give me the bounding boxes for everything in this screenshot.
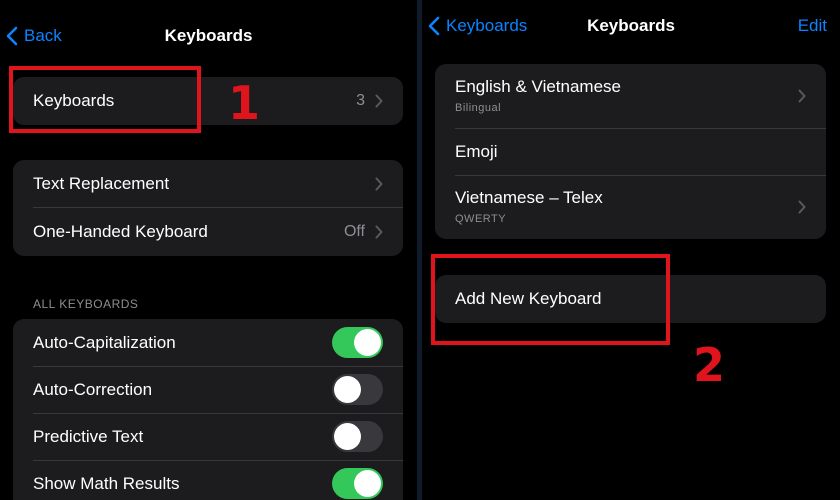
- step-marker-2: 2: [693, 338, 726, 392]
- auto-correction-toggle[interactable]: [332, 374, 383, 405]
- toggle-knob: [334, 423, 361, 450]
- toggle-knob: [334, 376, 361, 403]
- auto-capitalization-label: Auto-Capitalization: [33, 333, 176, 352]
- text-replacement-row[interactable]: Text Replacement: [13, 160, 403, 208]
- nav-bar: Back Keyboards: [0, 18, 417, 58]
- keyboard-item-label: English & Vietnamese: [455, 77, 622, 96]
- keyboards-count: 3: [356, 92, 365, 109]
- keyboard-item[interactable]: Emoji: [435, 129, 826, 175]
- show-math-results-label: Show Math Results: [33, 474, 180, 493]
- keyboard-item-sublabel: QWERTY: [455, 213, 507, 225]
- one-handed-keyboard-value: Off: [343, 223, 365, 240]
- keyboards-list: English & Vietnamese Bilingual Emoji Vie…: [435, 64, 826, 239]
- right-screen: Keyboards Keyboards Edit English & Vietn…: [422, 0, 840, 500]
- auto-correction-row: Auto-Correction: [13, 366, 403, 413]
- show-math-results-toggle[interactable]: [332, 468, 383, 499]
- settings-group: Text Replacement One-Handed Keyboard Off: [13, 160, 403, 256]
- chevron-right-icon: [375, 177, 383, 191]
- left-screen: Back Keyboards Keyboards 3 Text Replacem…: [0, 0, 417, 500]
- keyboard-item-label: Emoji: [455, 142, 498, 161]
- keyboard-item-label: Vietnamese – Telex: [455, 188, 603, 207]
- auto-capitalization-toggle[interactable]: [332, 327, 383, 358]
- annotation-highlight-1: [9, 66, 201, 133]
- page-title: Keyboards: [587, 16, 675, 35]
- chevron-right-icon: [375, 94, 383, 108]
- auto-capitalization-row: Auto-Capitalization: [13, 319, 403, 366]
- all-keyboards-group: Auto-Capitalization Auto-Correction Pred…: [13, 319, 403, 500]
- one-handed-keyboard-row[interactable]: One-Handed Keyboard Off: [13, 208, 403, 256]
- nav-bar: Keyboards Keyboards Edit: [422, 6, 840, 46]
- step-marker-1: 1: [228, 76, 261, 130]
- annotation-highlight-2: [431, 254, 670, 345]
- chevron-right-icon: [798, 200, 806, 214]
- edit-button[interactable]: Edit: [798, 16, 827, 36]
- predictive-text-toggle[interactable]: [332, 421, 383, 452]
- keyboard-item-sublabel: Bilingual: [455, 102, 502, 114]
- text-replacement-label: Text Replacement: [33, 174, 170, 193]
- chevron-right-icon: [798, 89, 806, 103]
- predictive-text-row: Predictive Text: [13, 413, 403, 460]
- section-header: ALL KEYBOARDS: [33, 297, 139, 311]
- keyboard-item[interactable]: Vietnamese – Telex QWERTY: [435, 176, 826, 239]
- keyboard-item[interactable]: English & Vietnamese Bilingual: [435, 64, 826, 128]
- toggle-knob: [354, 470, 381, 497]
- page-title: Keyboards: [164, 26, 253, 45]
- toggle-knob: [354, 329, 381, 356]
- show-math-results-row: Show Math Results: [13, 460, 403, 500]
- predictive-text-label: Predictive Text: [33, 427, 144, 446]
- one-handed-keyboard-label: One-Handed Keyboard: [33, 222, 208, 241]
- auto-correction-label: Auto-Correction: [33, 380, 153, 399]
- chevron-right-icon: [375, 225, 383, 239]
